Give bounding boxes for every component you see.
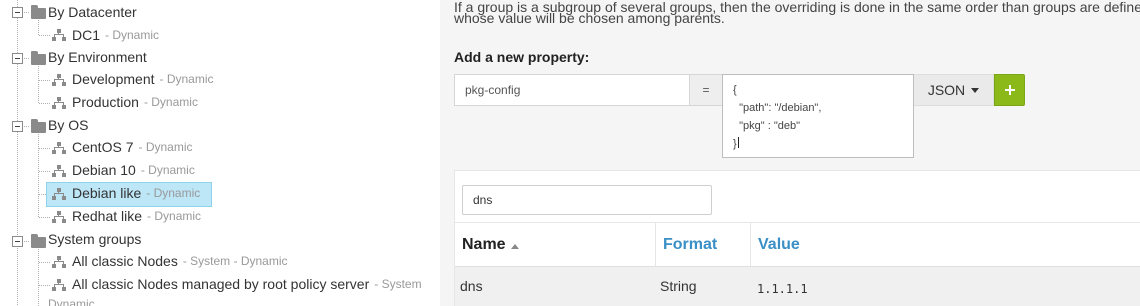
group-type-tag: - System	[374, 277, 422, 291]
table-row[interactable]: dns String 1.1.1.1	[455, 266, 1140, 306]
group-icon	[52, 165, 66, 177]
cell-name: dns	[460, 277, 483, 294]
group-label: Development	[72, 71, 155, 87]
category-label: System groups	[48, 231, 142, 247]
group-type-tag: - Dynamic	[159, 72, 214, 86]
folder-icon	[31, 51, 46, 65]
format-label: JSON	[927, 82, 966, 98]
group-label: All classic Nodes managed by root policy…	[72, 276, 370, 292]
cell-value: 1.1.1.1	[757, 281, 808, 296]
group-type-tag: - System - Dynamic	[182, 254, 288, 268]
folder-icon	[31, 234, 46, 248]
group-icon	[52, 188, 66, 200]
group-development[interactable]: Development - Dynamic	[72, 68, 214, 90]
equals-addon: =	[689, 74, 723, 106]
category-by-environment[interactable]: By Environment	[48, 46, 147, 68]
column-label: Format	[663, 236, 718, 253]
add-property-button[interactable]	[994, 74, 1025, 106]
group-debian-10[interactable]: Debian 10 - Dynamic	[72, 159, 195, 181]
group-label: Redhat like	[72, 208, 143, 224]
group-tree: By Datacenter DC1 - Dynamic By Environme…	[0, 0, 440, 306]
group-debian-like[interactable]: Debian like - Dynamic	[72, 182, 200, 204]
column-header-value[interactable]: Value	[750, 223, 1140, 267]
caret-down-icon	[971, 87, 980, 93]
value-line: }	[733, 138, 737, 150]
group-type-tag: - Dynamic	[140, 163, 195, 177]
column-label: Value	[758, 236, 800, 253]
category-by-os[interactable]: By OS	[48, 114, 88, 136]
properties-filter-input[interactable]: dns	[462, 185, 712, 215]
group-type-tag: - Dynamic	[138, 140, 193, 154]
group-label: CentOS 7	[72, 139, 134, 155]
folder-icon	[31, 5, 46, 19]
group-all-classic-nodes[interactable]: All classic Nodes - System - Dynamic	[72, 250, 288, 272]
group-label: All classic Nodes	[72, 253, 178, 269]
group-icon	[52, 97, 66, 109]
category-by-datacenter[interactable]: By Datacenter	[48, 1, 137, 23]
properties-panel: If a group is a subgroup of several grou…	[440, 0, 1140, 306]
collapse-toggle-by-os[interactable]	[12, 121, 23, 132]
value-line: "pkg" : "deb"	[733, 120, 800, 132]
group-centos-7[interactable]: CentOS 7 - Dynamic	[72, 136, 193, 158]
category-label: By Environment	[48, 49, 147, 65]
properties-table-container: dns Name Format Value dns String 1.1.1.1	[454, 170, 1140, 306]
group-icon	[52, 29, 66, 41]
table-header: Name Format Value	[455, 222, 1140, 267]
group-type-tag: - Dynamic	[147, 209, 202, 223]
category-label: By Datacenter	[48, 4, 137, 20]
group-icon	[52, 256, 66, 268]
text-cursor	[737, 137, 739, 148]
category-label: By OS	[48, 117, 89, 133]
column-label: Name	[462, 236, 506, 253]
group-icon	[52, 279, 66, 291]
category-system-groups[interactable]: System groups	[48, 228, 141, 250]
group-label: Debian 10	[72, 162, 136, 178]
collapse-toggle-by-datacenter[interactable]	[12, 7, 23, 18]
group-redhat-like[interactable]: Redhat like - Dynamic	[72, 205, 201, 227]
format-dropdown-button[interactable]: JSON	[914, 74, 994, 106]
group-icon	[52, 74, 66, 86]
collapse-toggle-system-groups[interactable]	[12, 236, 23, 247]
column-header-format[interactable]: Format	[655, 223, 750, 267]
group-type-tag: - Dynamic	[143, 95, 198, 109]
intro-text-line-2: whose value will be chosen among parents…	[454, 10, 725, 26]
group-production[interactable]: Production - Dynamic	[72, 91, 198, 113]
group-label: Debian like	[72, 185, 142, 201]
group-type-tag: - Dynamic	[146, 186, 201, 200]
group-icon	[52, 142, 66, 154]
group-icon	[52, 211, 66, 223]
group-all-classic-nodes-root-policy[interactable]: All classic Nodes managed by root policy…	[72, 273, 422, 295]
property-value-textarea[interactable]: { "path": "/debian", "pkg" : "deb" }	[722, 74, 914, 158]
property-name-input[interactable]: pkg-config	[454, 74, 690, 106]
group-dc1[interactable]: DC1 - Dynamic	[72, 24, 159, 46]
value-line-last: }	[733, 135, 903, 153]
plus-icon	[1004, 85, 1015, 95]
value-line: {	[733, 84, 737, 96]
group-type-tag: - Dynamic	[105, 28, 160, 42]
value-line: "path": "/debian",	[733, 102, 822, 114]
column-header-name[interactable]: Name	[455, 223, 650, 267]
group-label: DC1	[72, 27, 101, 43]
folder-icon	[31, 119, 46, 133]
sort-ascending-icon	[510, 243, 519, 249]
cell-format: String	[660, 277, 697, 294]
collapse-toggle-by-environment[interactable]	[12, 53, 23, 64]
group-type-tag-continued: Dynamic	[48, 297, 95, 306]
add-property-title: Add a new property:	[454, 49, 590, 65]
group-label: Production	[72, 94, 139, 110]
